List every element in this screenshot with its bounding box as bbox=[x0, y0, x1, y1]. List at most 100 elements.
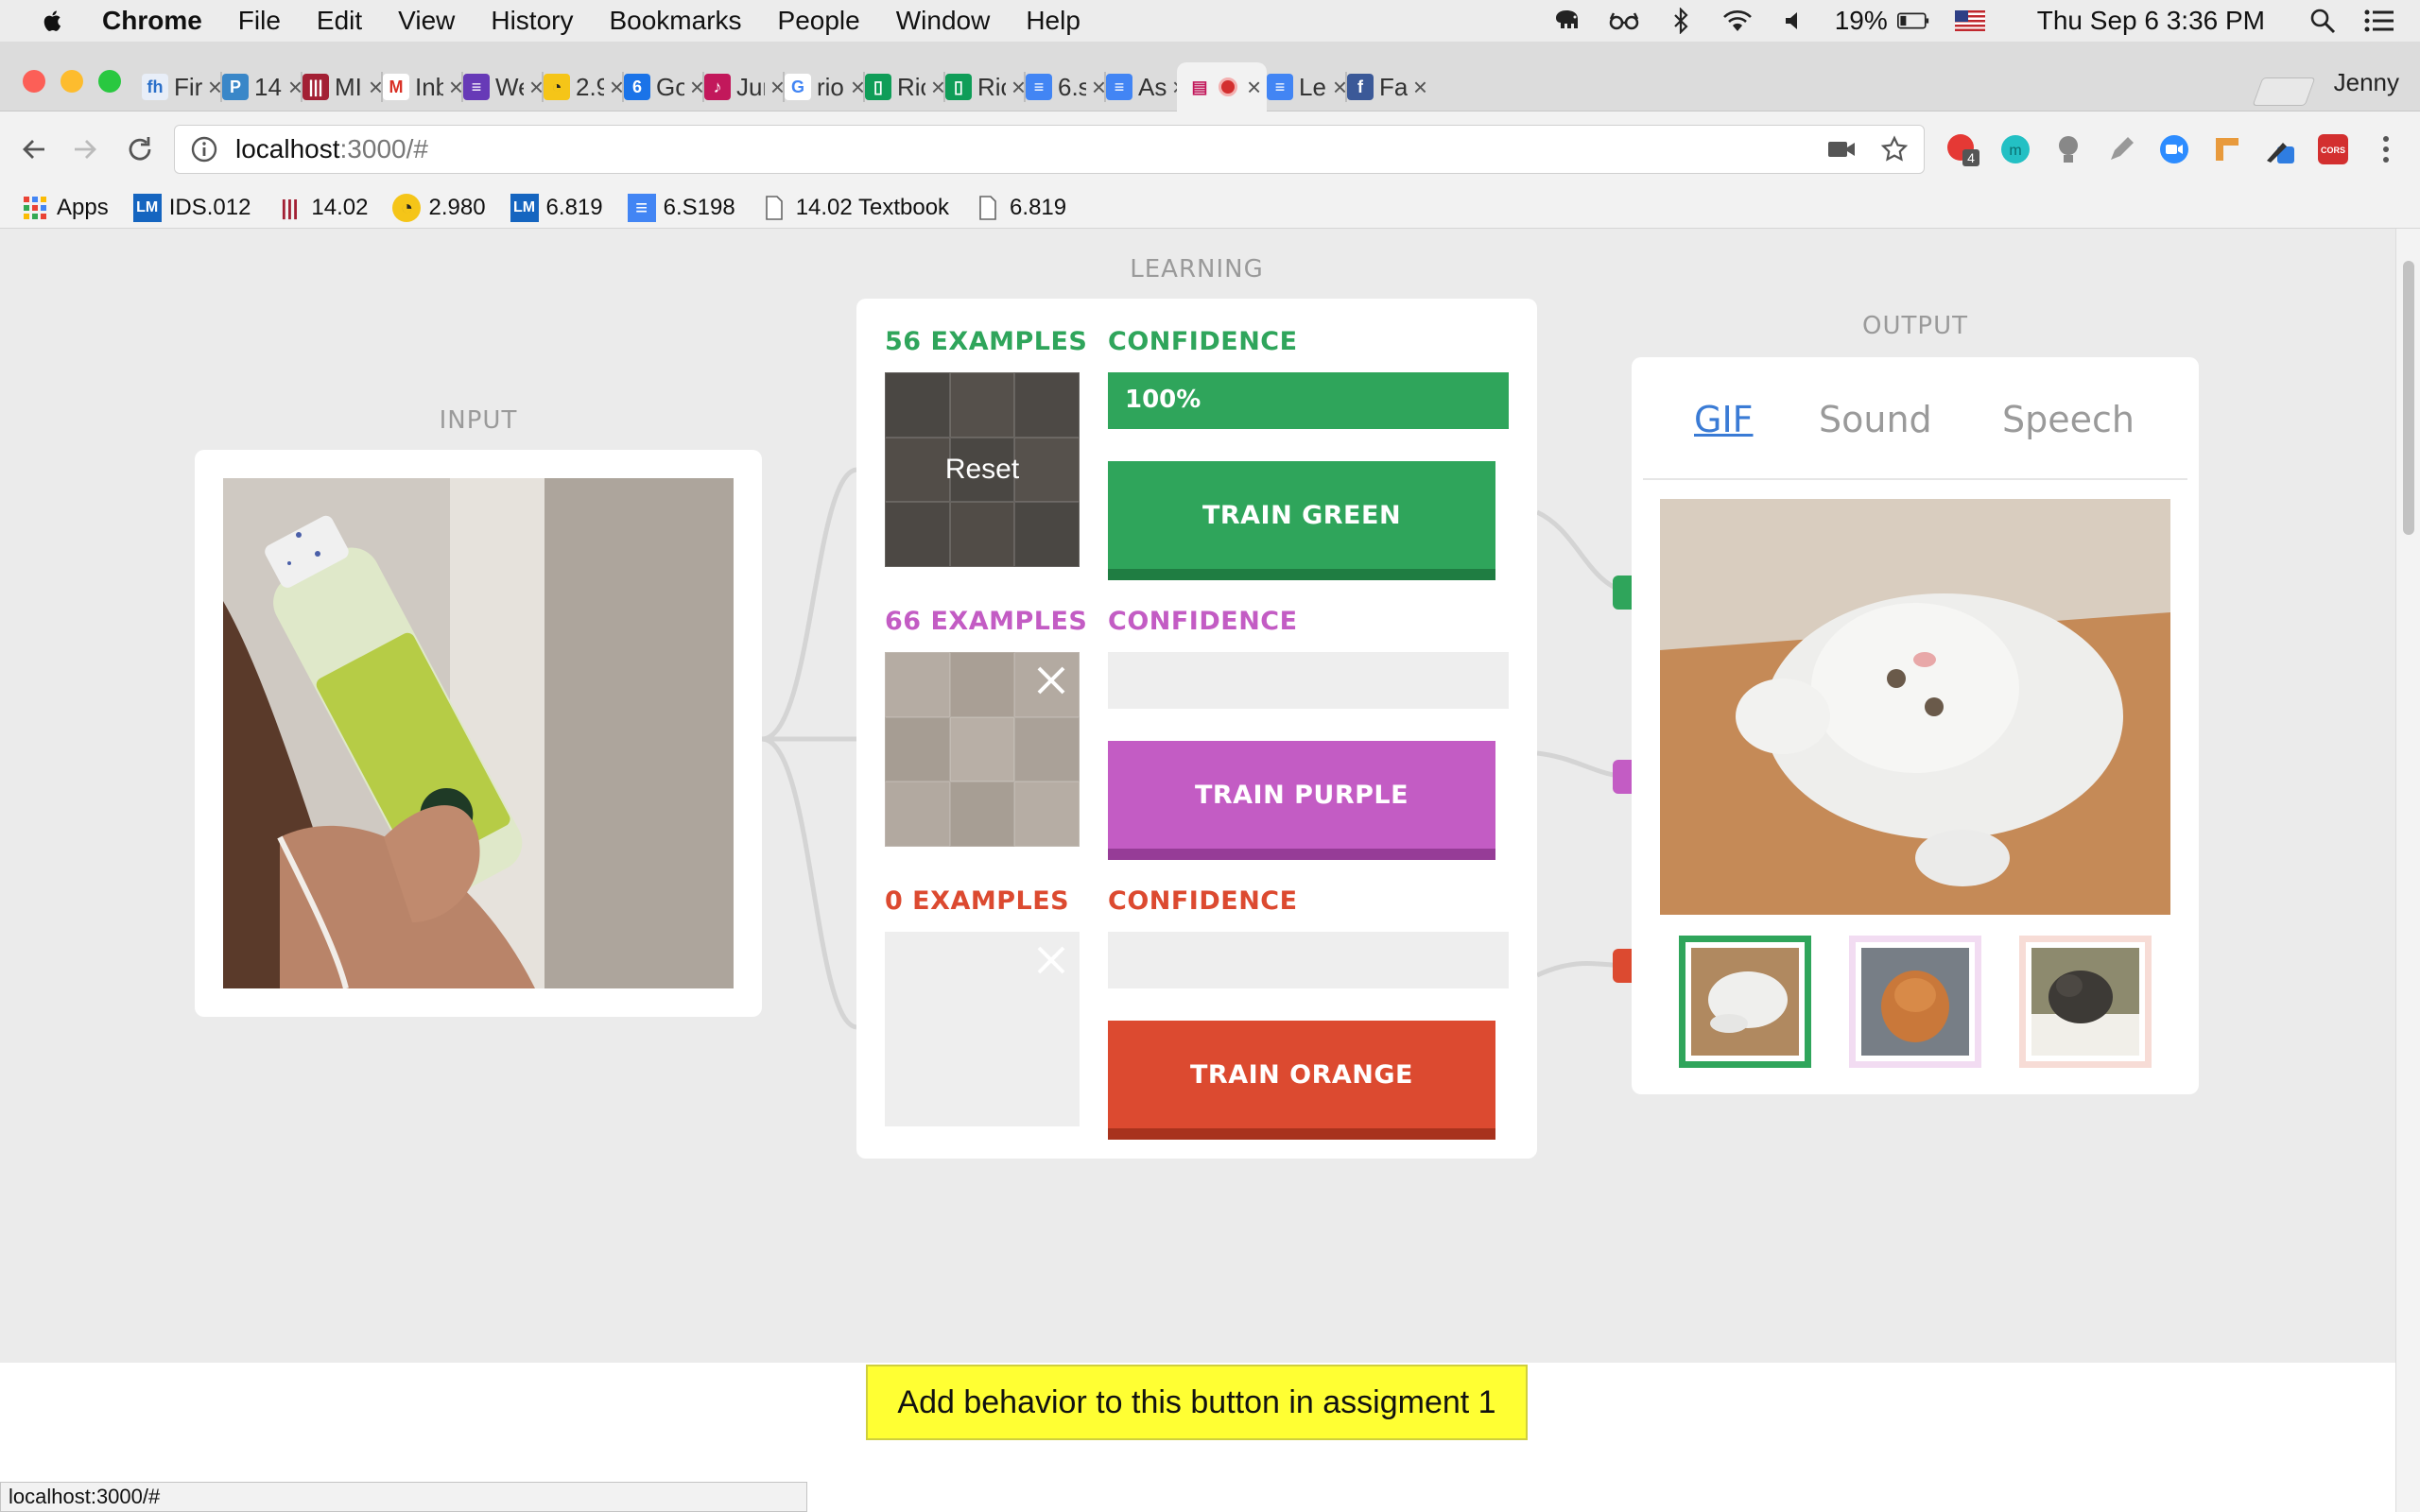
browser-tab[interactable]: ≡As× bbox=[1097, 62, 1186, 112]
browser-tab[interactable]: P14.× bbox=[213, 62, 302, 112]
purple-examples-thumbnails[interactable] bbox=[885, 652, 1080, 847]
menu-help[interactable]: Help bbox=[1026, 6, 1080, 36]
zoom-extension-icon[interactable] bbox=[2155, 130, 2193, 168]
page-scrollbar[interactable] bbox=[2395, 229, 2420, 1512]
tab-favicon-icon: ≡ bbox=[1106, 74, 1132, 100]
camera-icon[interactable] bbox=[1825, 133, 1858, 165]
menu-bookmarks[interactable]: Bookmarks bbox=[609, 6, 741, 36]
menu-app-name[interactable]: Chrome bbox=[102, 6, 202, 36]
menu-edit[interactable]: Edit bbox=[317, 6, 362, 36]
window-minimize-button[interactable] bbox=[60, 70, 83, 93]
bookmark-1402-textbook[interactable]: 14.02 Textbook bbox=[760, 194, 949, 222]
cors-extension-icon[interactable]: CORS bbox=[2314, 130, 2352, 168]
green-confidence-label: CONFIDENCE bbox=[1108, 327, 1298, 356]
elephant-icon[interactable] bbox=[1551, 7, 1583, 35]
train-purple-button[interactable]: TRAIN PURPLE bbox=[1108, 741, 1495, 860]
glasses-icon[interactable] bbox=[1608, 7, 1640, 35]
bookmark-ids012[interactable]: LM IDS.012 bbox=[132, 193, 251, 222]
browser-tab[interactable]: Grio × bbox=[775, 62, 865, 112]
output-tabs-divider bbox=[1643, 478, 2187, 480]
bluetooth-icon[interactable] bbox=[1665, 7, 1697, 35]
gif-option-dark-cat[interactable] bbox=[2019, 936, 2152, 1068]
orange-examples-thumbnails[interactable] bbox=[885, 932, 1080, 1126]
clear-purple-examples-icon[interactable] bbox=[1034, 663, 1068, 697]
gif-option-white-cat[interactable] bbox=[1679, 936, 1811, 1068]
clear-orange-examples-icon[interactable] bbox=[1034, 943, 1068, 977]
menu-history[interactable]: History bbox=[491, 6, 573, 36]
lightbulb-extension-icon[interactable] bbox=[2049, 130, 2087, 168]
browser-tab[interactable]: fFac× bbox=[1338, 62, 1427, 112]
site-info-icon[interactable] bbox=[190, 135, 218, 163]
notification-center-icon[interactable] bbox=[2363, 7, 2395, 35]
adblock-extension-icon[interactable]: 4 bbox=[1944, 130, 1981, 168]
browser-tab[interactable]: 6 Go × bbox=[614, 62, 704, 112]
browser-tab[interactable]: ▯Ric× bbox=[936, 62, 1026, 112]
window-zoom-button[interactable] bbox=[98, 70, 121, 93]
wifi-icon[interactable] bbox=[1721, 7, 1754, 35]
us-flag-icon[interactable] bbox=[1954, 7, 1986, 35]
chrome-menu-icon[interactable] bbox=[2367, 130, 2405, 168]
profile-name[interactable]: Jenny bbox=[2334, 68, 2399, 97]
bookmark-label: 6.S198 bbox=[663, 194, 735, 220]
spotlight-search-icon[interactable] bbox=[2307, 7, 2339, 35]
bookmark-6s198[interactable]: ≡ 6.S198 bbox=[627, 193, 735, 222]
train-purple-label: TRAIN PURPLE bbox=[1194, 780, 1409, 810]
address-bar[interactable]: localhost:3000/# bbox=[174, 125, 1925, 174]
pencil-extension-icon[interactable] bbox=[2102, 130, 2140, 168]
volume-icon[interactable] bbox=[1778, 7, 1810, 35]
browser-tab[interactable]: fh Fir × bbox=[132, 62, 222, 112]
tab-sound[interactable]: Sound bbox=[1819, 399, 1932, 440]
bookmark-star-icon[interactable] bbox=[1878, 133, 1910, 165]
browser-tab[interactable]: ||| MI × bbox=[293, 62, 383, 112]
browser-tab[interactable]: ◔ 2.9 × bbox=[534, 62, 624, 112]
battery-icon[interactable] bbox=[1896, 7, 1929, 35]
mendeley-extension-icon[interactable]: m bbox=[1996, 130, 2034, 168]
green-examples-thumbnails[interactable]: Reset bbox=[885, 372, 1080, 567]
eyedropper-extension-icon[interactable] bbox=[2261, 130, 2299, 168]
button-shadow bbox=[1108, 569, 1495, 580]
browser-tab[interactable]: M Inb × bbox=[373, 62, 463, 112]
bookmark-1402[interactable]: ||| 14.02 bbox=[275, 194, 368, 222]
browser-tab[interactable]: ▤ × bbox=[1177, 62, 1267, 112]
menubar-clock[interactable]: Thu Sep 6 3:36 PM bbox=[2037, 6, 2265, 36]
output-card: GIF Sound Speech bbox=[1632, 357, 2199, 1094]
browser-tab[interactable]: ≡We× bbox=[454, 62, 544, 112]
bookmark-apps[interactable]: Apps bbox=[21, 194, 109, 222]
browser-tab[interactable]: ≡ 6.s × bbox=[1016, 62, 1106, 112]
button-shadow bbox=[1108, 849, 1495, 860]
tab-title: Inb bbox=[415, 72, 443, 101]
orange-confidence-bar bbox=[1108, 932, 1509, 988]
new-tab-button[interactable] bbox=[2252, 77, 2316, 106]
bookmark-6819-page[interactable]: 6.819 bbox=[974, 194, 1066, 222]
forward-arrow-icon[interactable] bbox=[66, 130, 104, 168]
tab-title: Go bbox=[656, 72, 684, 101]
bookmark-2980[interactable]: ◔ 2.980 bbox=[392, 193, 486, 222]
tab-close-icon[interactable]: × bbox=[1413, 73, 1427, 102]
ruler-extension-icon[interactable] bbox=[2208, 130, 2246, 168]
tab-title: Fir bbox=[174, 72, 202, 101]
back-arrow-icon[interactable] bbox=[15, 130, 53, 168]
assignment-button[interactable]: Add behavior to this button in assigment… bbox=[866, 1365, 1528, 1440]
menu-window[interactable]: Window bbox=[896, 6, 991, 36]
train-orange-button[interactable]: TRAIN ORANGE bbox=[1108, 1021, 1495, 1140]
menu-people[interactable]: People bbox=[778, 6, 860, 36]
tab-gif[interactable]: GIF bbox=[1694, 399, 1754, 440]
bookmark-6819[interactable]: LM 6.819 bbox=[510, 193, 603, 222]
apple-logo-icon[interactable] bbox=[40, 8, 66, 34]
window-close-button[interactable] bbox=[23, 70, 45, 93]
scrollbar-thumb[interactable] bbox=[2403, 261, 2414, 535]
tab-speech[interactable]: Speech bbox=[2002, 399, 2135, 440]
browser-tab[interactable]: ▯Ric× bbox=[856, 62, 945, 112]
webcam-frame-image bbox=[223, 478, 734, 988]
tab-favicon-icon: ▯ bbox=[865, 74, 891, 100]
gif-option-orange-cat[interactable] bbox=[1849, 936, 1981, 1068]
browser-tab[interactable]: ♪Jur× bbox=[695, 62, 785, 112]
reset-examples-button[interactable]: Reset bbox=[885, 372, 1080, 567]
reload-icon[interactable] bbox=[121, 130, 159, 168]
train-green-button[interactable]: TRAIN GREEN bbox=[1108, 461, 1495, 580]
menu-file[interactable]: File bbox=[238, 6, 281, 36]
apps-grid-icon bbox=[21, 194, 49, 222]
menu-view[interactable]: View bbox=[398, 6, 455, 36]
browser-tab[interactable]: ≡ Le × bbox=[1257, 62, 1347, 112]
battery-percent: 19% bbox=[1834, 6, 1888, 35]
